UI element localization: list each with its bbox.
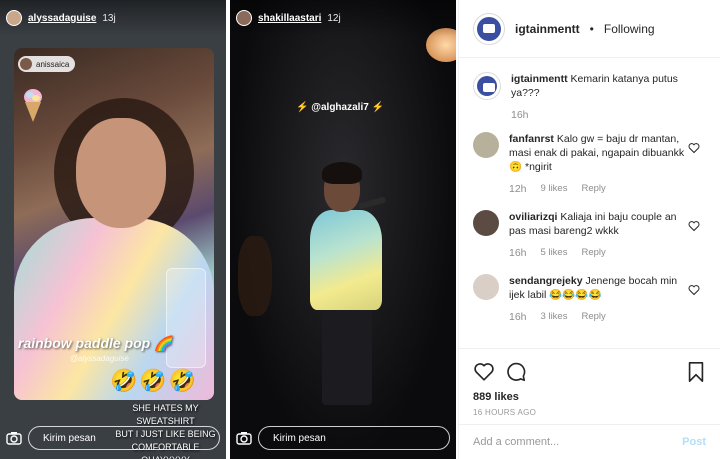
comment-username[interactable]: fanfanrst bbox=[509, 133, 554, 145]
camera-icon[interactable] bbox=[236, 430, 252, 446]
singer-legs bbox=[322, 305, 372, 405]
story-header: shakillaastari 12j bbox=[230, 0, 456, 36]
camera-icon[interactable] bbox=[6, 430, 22, 446]
add-comment-input[interactable] bbox=[473, 436, 683, 448]
guitar bbox=[238, 236, 272, 316]
comment-time[interactable]: 16h bbox=[509, 310, 527, 324]
post-caption: igtainmentt Kemarin katanya putus ya??? … bbox=[473, 72, 710, 122]
heart-icon[interactable] bbox=[688, 284, 700, 296]
mention-username: anissaica bbox=[36, 59, 70, 69]
heart-icon[interactable] bbox=[688, 220, 700, 232]
story-avatar[interactable] bbox=[6, 10, 22, 26]
story-header: alyssadaguise 13j bbox=[0, 0, 226, 36]
likes-count[interactable]: 889 likes bbox=[473, 391, 706, 403]
comment-likes[interactable]: 9 likes bbox=[541, 182, 568, 196]
comment-item: fanfanrst Kalo gw = baju dr mantan, masi… bbox=[473, 132, 710, 196]
heart-icon[interactable] bbox=[688, 142, 700, 154]
comment-likes[interactable]: 3 likes bbox=[541, 310, 568, 324]
bookmark-icon[interactable] bbox=[686, 361, 706, 383]
comment-item: sendangrejeky Jenenge bocah min ijek lab… bbox=[473, 274, 710, 324]
story-left[interactable]: alyssadaguise 13j anissaica rainbow padd… bbox=[0, 0, 226, 459]
story-username[interactable]: alyssadaguise bbox=[28, 13, 96, 24]
message-bar: Kirim pesan bbox=[0, 425, 226, 451]
comment-username[interactable]: oviliarizqi bbox=[509, 211, 557, 223]
send-message-input[interactable]: Kirim pesan bbox=[258, 426, 450, 450]
avatar[interactable] bbox=[473, 210, 499, 236]
send-message-input[interactable]: Kirim pesan bbox=[28, 426, 220, 450]
story-username[interactable]: shakillaastari bbox=[258, 13, 321, 24]
post-username[interactable]: igtainmentt bbox=[515, 22, 580, 36]
story-time: 13j bbox=[102, 12, 116, 24]
mention-pill[interactable]: anissaica bbox=[18, 56, 76, 72]
post-footer: 889 likes 16 HOURS AGO bbox=[459, 348, 720, 417]
post-header: igtainmentt • Following bbox=[459, 0, 720, 58]
separator-dot: • bbox=[589, 21, 594, 36]
message-bar: Kirim pesan bbox=[230, 425, 456, 451]
like-heart-icon[interactable] bbox=[473, 361, 495, 383]
mention-avatar bbox=[20, 58, 32, 70]
avatar[interactable] bbox=[473, 132, 499, 158]
rainbow-icon: 🌈 bbox=[154, 335, 172, 351]
story-avatar[interactable] bbox=[236, 10, 252, 26]
reply-button[interactable]: Reply bbox=[581, 310, 605, 324]
avatar[interactable] bbox=[473, 72, 501, 100]
comment-time[interactable]: 16h bbox=[509, 246, 527, 260]
avatar[interactable] bbox=[473, 274, 499, 300]
sticker-text: rainbow paddle pop 🌈 bbox=[18, 335, 172, 351]
comment-bubble-icon[interactable] bbox=[505, 361, 527, 383]
avatar[interactable] bbox=[473, 12, 505, 45]
add-comment-bar: Post bbox=[459, 424, 720, 459]
reply-button[interactable]: Reply bbox=[581, 246, 605, 260]
post-button[interactable]: Post bbox=[682, 436, 706, 448]
post-panel: igtainmentt • Following igtainmentt Kema… bbox=[458, 0, 720, 459]
comment-username[interactable]: igtainmentt bbox=[511, 73, 568, 85]
comment-likes[interactable]: 5 likes bbox=[541, 246, 568, 260]
comment-time[interactable]: 16h bbox=[511, 108, 529, 122]
comments-list: igtainmentt Kemarin katanya putus ya??? … bbox=[473, 66, 710, 324]
sticker-mention[interactable]: @alyssadaguise bbox=[70, 354, 129, 363]
following-button[interactable]: Following bbox=[604, 22, 655, 36]
singer-body bbox=[310, 210, 382, 310]
ice-cream-sticker-icon bbox=[24, 89, 42, 122]
mention-tag[interactable]: ⚡ @alghazali7 ⚡ bbox=[296, 102, 384, 113]
comment-item: oviliarizqi Kaliaja ini baju couple an p… bbox=[473, 210, 710, 260]
post-timestamp: 16 HOURS AGO bbox=[473, 408, 537, 417]
comment-username[interactable]: sendangrejeky bbox=[509, 275, 583, 287]
action-bar bbox=[473, 357, 706, 387]
comment-time[interactable]: 12h bbox=[509, 182, 527, 196]
story-time: 12j bbox=[327, 12, 341, 24]
singer-hair bbox=[322, 162, 362, 184]
reply-button[interactable]: Reply bbox=[581, 182, 605, 196]
laughing-emojis: 🤣🤣🤣 bbox=[110, 368, 199, 393]
page: alyssadaguise 13j anissaica rainbow padd… bbox=[0, 0, 720, 459]
story-middle[interactable]: shakillaastari 12j ⚡ @alghazali7 ⚡ Kirim… bbox=[230, 0, 456, 459]
